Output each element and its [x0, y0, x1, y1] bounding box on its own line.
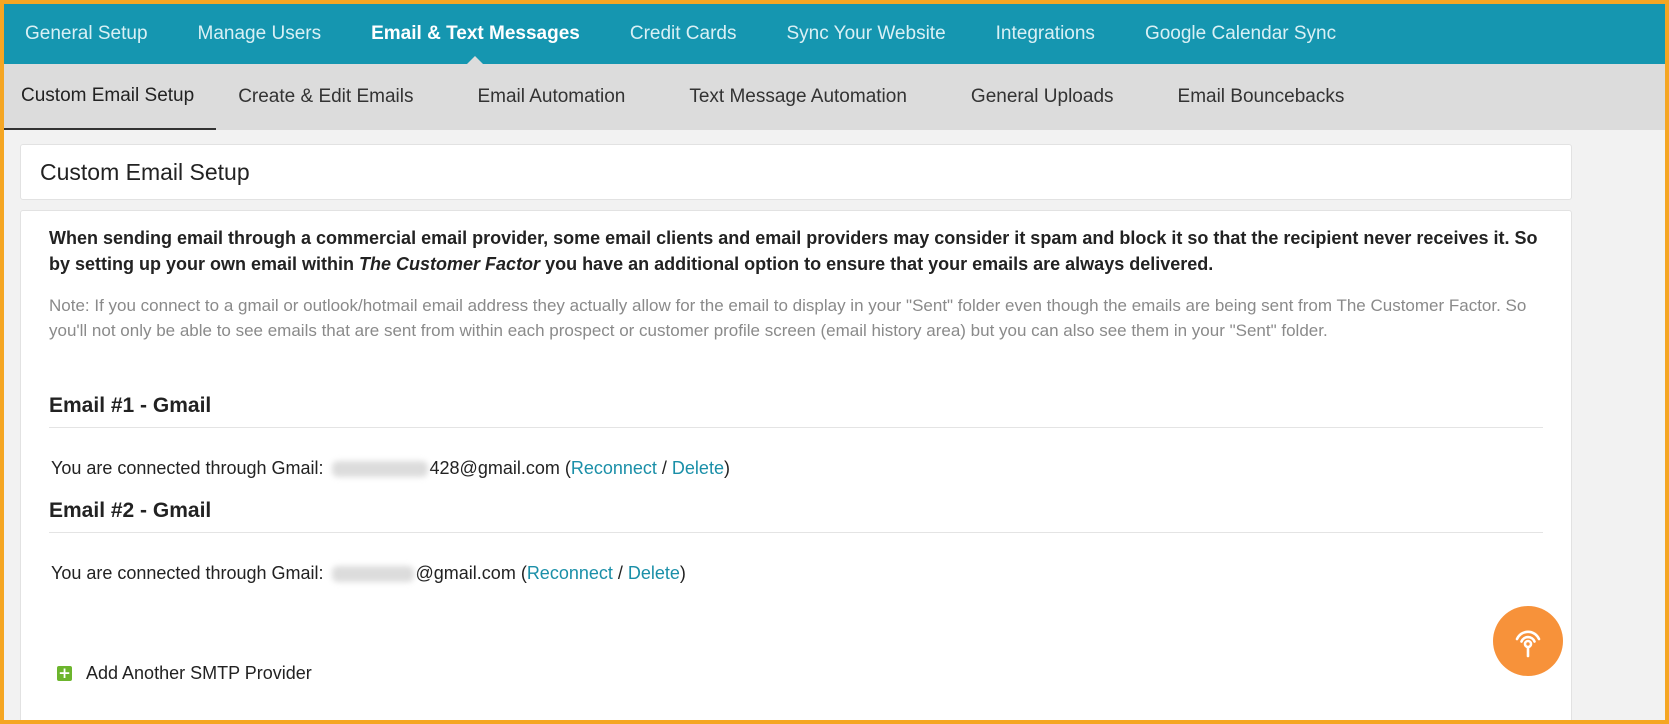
email-2-heading: Email #2 - Gmail — [49, 499, 212, 522]
email-1-address-suffix: 428@gmail.com — [429, 458, 560, 478]
subtab-create-edit-emails[interactable]: Create & Edit Emails — [216, 64, 435, 130]
email-1-reconnect-link[interactable]: Reconnect — [571, 458, 657, 479]
broadcast-icon — [1515, 630, 1541, 658]
email-1-heading: Email #1 - Gmail — [49, 394, 212, 417]
tab-manage-users[interactable]: Manage Users — [198, 23, 322, 45]
email-2-address-suffix: @gmail.com — [415, 563, 516, 583]
email-2-delete-link[interactable]: Delete — [628, 563, 680, 584]
email-1-connected-label: You are connected through Gmail: — [51, 458, 324, 478]
tab-integrations[interactable]: Integrations — [996, 23, 1095, 45]
email-1-delete-link[interactable]: Delete — [672, 458, 724, 479]
email-2-redacted-address — [331, 565, 414, 582]
intro-brand: The Customer Factor — [359, 254, 541, 274]
tab-credit-cards[interactable]: Credit Cards — [630, 23, 737, 45]
title-panel: Custom Email Setup — [20, 144, 1572, 200]
subtab-custom-email-setup[interactable]: Custom Email Setup — [4, 64, 217, 130]
add-smtp-provider-button[interactable]: + Add Another SMTP Provider — [57, 663, 312, 684]
sub-nav: Custom Email Setup Create & Edit Emails … — [4, 64, 1665, 130]
email-2-reconnect-link[interactable]: Reconnect — [527, 563, 613, 584]
note-text: Note: If you connect to a gmail or outlo… — [49, 296, 1527, 340]
top-nav: General Setup Manage Users Email & Text … — [4, 4, 1665, 64]
email-1-redacted-address — [331, 460, 428, 477]
tab-google-calendar-sync[interactable]: Google Calendar Sync — [1145, 23, 1336, 45]
intro-text: When sending email through a commercial … — [49, 225, 1549, 277]
subtab-text-message-automation[interactable]: Text Message Automation — [667, 64, 929, 130]
email-1-divider — [49, 427, 1543, 428]
broadcast-fab-button[interactable] — [1493, 606, 1563, 676]
email-1-connection-row: You are connected through Gmail: 428@gma… — [51, 458, 730, 479]
page-title: Custom Email Setup — [40, 158, 250, 185]
email-2-divider — [49, 532, 1543, 533]
email-2-connection-row: You are connected through Gmail: @gmail.… — [51, 563, 686, 584]
tab-general-setup[interactable]: General Setup — [25, 23, 148, 45]
subtab-general-uploads[interactable]: General Uploads — [949, 64, 1136, 130]
subtab-email-bouncebacks[interactable]: Email Bouncebacks — [1156, 64, 1367, 130]
email-1-slash: / — [656, 458, 672, 478]
plus-icon: + — [57, 664, 72, 682]
email-1-close-paren: ) — [723, 458, 730, 478]
email-2-slash: / — [612, 563, 628, 583]
subtab-email-automation[interactable]: Email Automation — [455, 64, 647, 130]
tab-sync-your-website[interactable]: Sync Your Website — [787, 23, 946, 45]
email-2-connected-label: You are connected through Gmail: — [51, 563, 324, 583]
content-panel: When sending email through a commercial … — [20, 210, 1572, 720]
add-smtp-provider-label: Add Another SMTP Provider — [86, 663, 312, 683]
intro-part2: you have an additional option to ensure … — [540, 254, 1214, 274]
app-frame: General Setup Manage Users Email & Text … — [0, 0, 1669, 724]
email-2-close-paren: ) — [679, 563, 686, 583]
tab-email-text-messages[interactable]: Email & Text Messages — [371, 23, 580, 64]
